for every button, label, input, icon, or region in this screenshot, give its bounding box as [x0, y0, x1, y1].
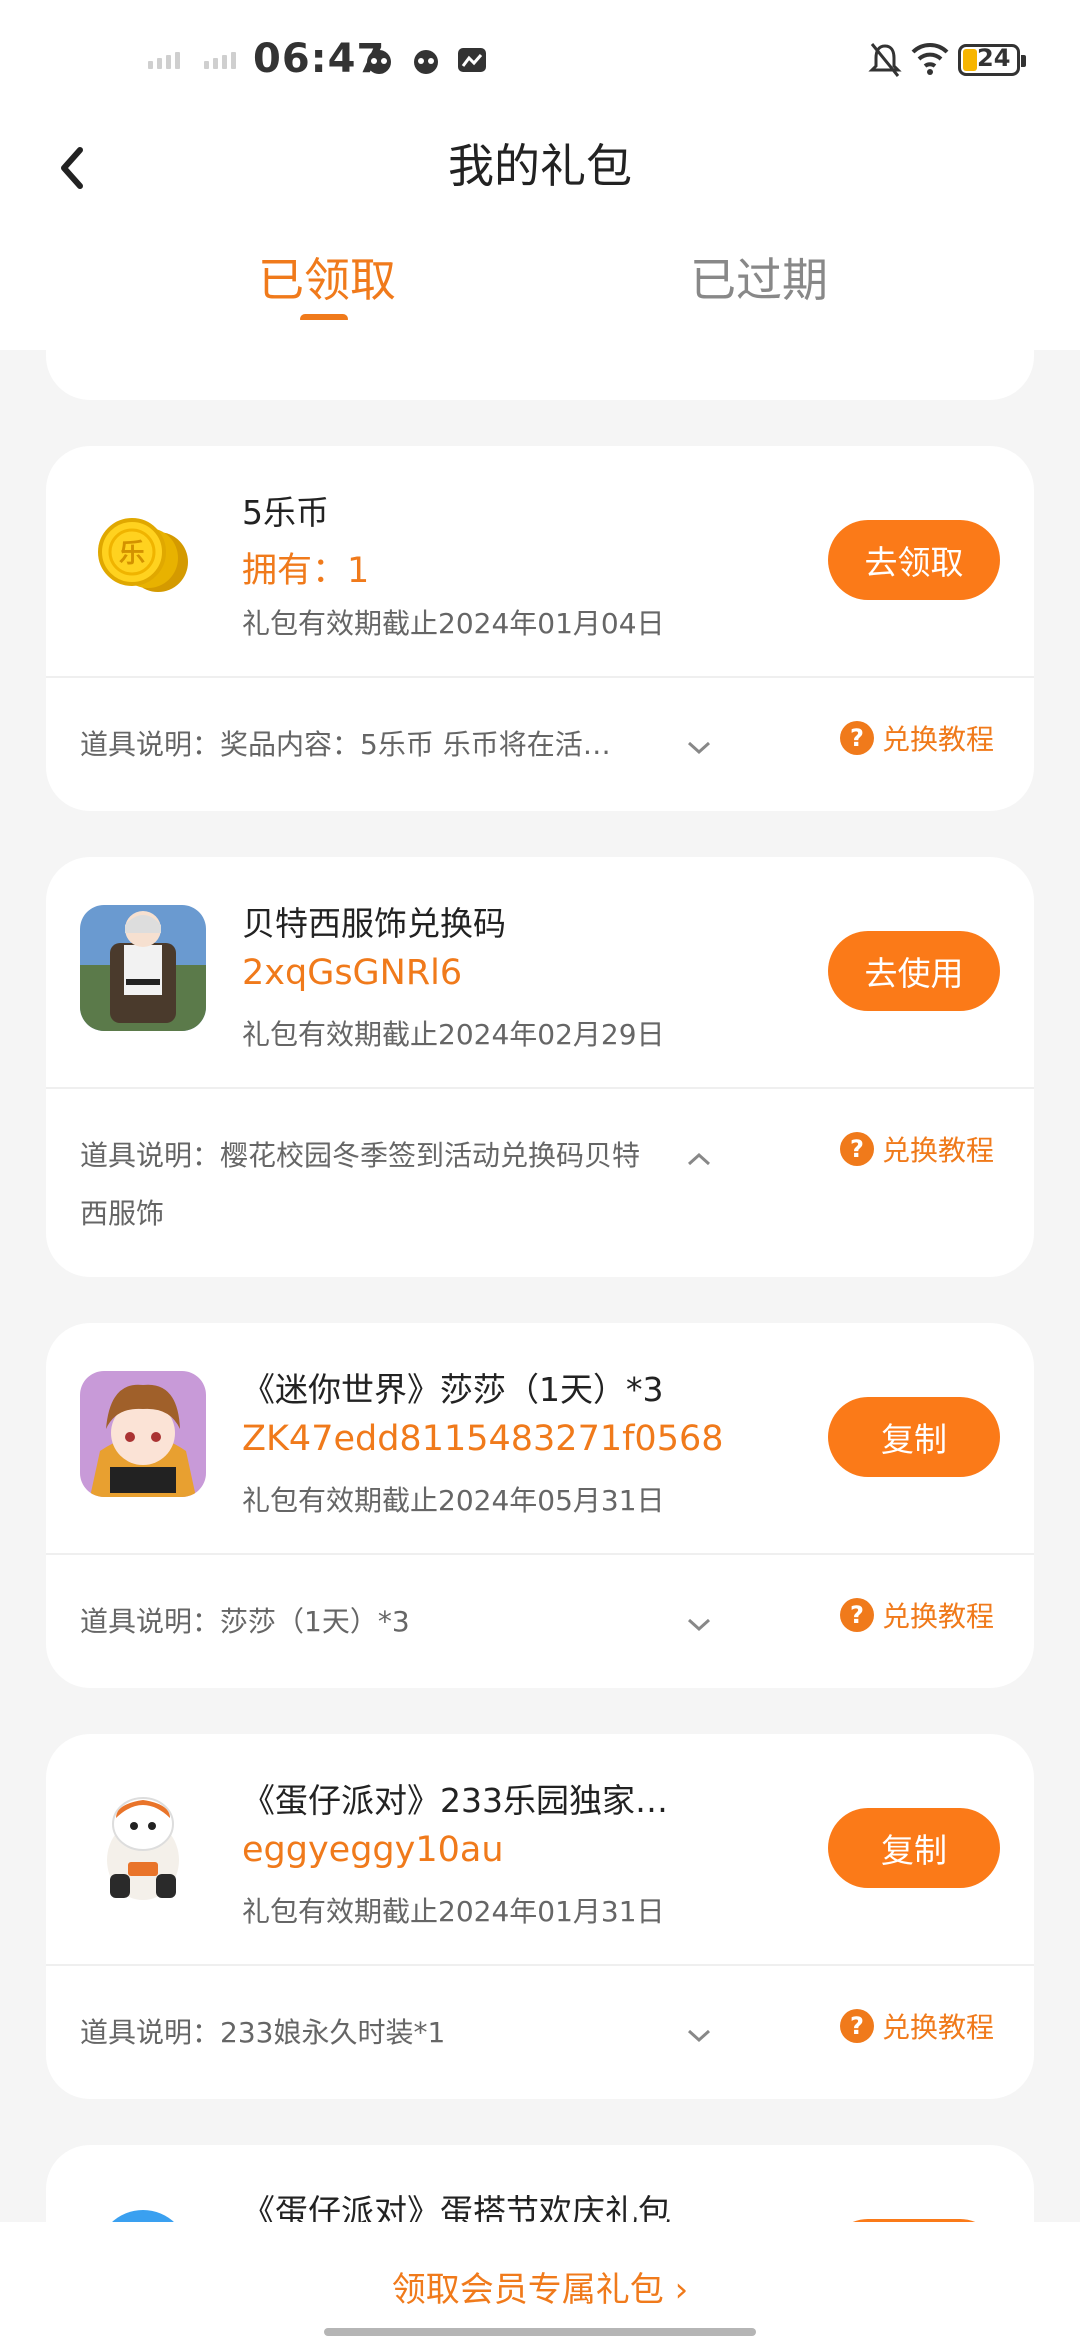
use-button[interactable]: 去使用: [828, 931, 1000, 1011]
character-costume-icon: [80, 905, 206, 1031]
home-indicator[interactable]: [324, 2328, 756, 2336]
gift-name: 《蛋仔派对》233乐园独家…: [242, 1781, 668, 1820]
signal-icon: [204, 52, 236, 69]
gift-name: 《迷你世界》莎莎（1天）*3: [242, 1370, 664, 1409]
chevron-down-icon[interactable]: [684, 1615, 714, 1635]
gift-name: 5乐币: [242, 493, 329, 532]
gift-expiry: 礼包有效期截止2024年02月29日: [242, 1018, 665, 1051]
question-icon: ?: [840, 1598, 874, 1632]
divider: [46, 676, 1034, 678]
exchange-tutorial-link[interactable]: ? 兑换教程: [840, 718, 994, 758]
gift-card: 乐 5乐币 拥有：1 礼包有效期截止2024年01月04日 去领取 道具说明：奖…: [46, 446, 1034, 811]
wifi-icon: [911, 42, 949, 75]
page-title: 我的礼包: [448, 139, 632, 193]
exchange-tutorial-link[interactable]: ? 兑换教程: [840, 1595, 994, 1635]
question-icon: ?: [840, 2009, 874, 2043]
question-icon: ?: [840, 1132, 874, 1166]
gold-coins-icon: 乐: [98, 518, 188, 592]
gift-code: ZK47edd8115483271f0568: [242, 1419, 724, 1459]
status-bar: 06:47 24: [0, 0, 1080, 120]
question-icon: ?: [840, 721, 874, 755]
gift-card: [46, 320, 1034, 400]
divider: [46, 1087, 1034, 1089]
chevron-up-icon[interactable]: [684, 1149, 714, 1169]
app-notification-icon: [414, 50, 438, 74]
mute-bell-icon: [868, 43, 902, 77]
gift-card: 贝特西服饰兑换码 2xqGsGNRl6 礼包有效期截止2024年02月29日 去…: [46, 857, 1034, 1277]
eggy-mascot-icon: [80, 1782, 206, 1908]
chevron-down-icon[interactable]: [684, 2026, 714, 2046]
page-header: 我的礼包 已领取 已过期: [0, 120, 1080, 350]
claim-button[interactable]: 去领取: [828, 520, 1000, 600]
chevron-down-icon[interactable]: [684, 738, 714, 758]
signal-icon: [148, 52, 180, 69]
divider: [46, 1553, 1034, 1555]
gift-card: 《蛋仔派对》233乐园独家… eggyeggy10au 礼包有效期截止2024年…: [46, 1734, 1034, 2099]
message-app-icon: [458, 48, 486, 72]
gift-expiry: 礼包有效期截止2024年01月04日: [242, 607, 665, 640]
copy-button[interactable]: 复制: [828, 1397, 1000, 1477]
bottom-bar: 领取会员专属礼包 ›: [0, 2222, 1080, 2340]
exchange-tutorial-link[interactable]: ? 兑换教程: [840, 2006, 994, 2046]
gift-owned: 拥有：1: [242, 551, 370, 591]
gift-description: 道具说明：莎莎（1天）*3: [80, 1605, 410, 1638]
member-gift-link[interactable]: 领取会员专属礼包 ›: [0, 2262, 1080, 2311]
gift-name: 贝特西服饰兑换码: [242, 904, 506, 943]
gift-expiry: 礼包有效期截止2024年01月31日: [242, 1895, 665, 1928]
copy-button[interactable]: 复制: [828, 1808, 1000, 1888]
app-notification-icon: [367, 50, 391, 74]
tab-expired[interactable]: 已过期: [690, 244, 828, 310]
gift-description: 道具说明：233娘永久时装*1: [80, 2016, 446, 2049]
divider: [46, 1964, 1034, 1966]
battery-icon: 24: [958, 44, 1026, 76]
svg-text:乐: 乐: [119, 539, 145, 569]
gift-description: 道具说明：奖品内容：5乐币 乐币将在活…: [80, 728, 611, 761]
gift-code: eggyeggy10au: [242, 1830, 504, 1870]
gift-description: 道具说明：樱花校园冬季签到活动兑换码贝特西服饰: [80, 1139, 641, 1230]
gift-card: 《迷你世界》莎莎（1天）*3 ZK47edd8115483271f0568 礼包…: [46, 1323, 1034, 1688]
gift-code: 2xqGsGNRl6: [242, 953, 463, 993]
gift-expiry: 礼包有效期截止2024年05月31日: [242, 1484, 665, 1517]
exchange-tutorial-link[interactable]: ? 兑换教程: [840, 1129, 994, 1169]
anime-girl-icon: [80, 1371, 206, 1497]
tab-claimed[interactable]: 已领取: [258, 244, 396, 310]
